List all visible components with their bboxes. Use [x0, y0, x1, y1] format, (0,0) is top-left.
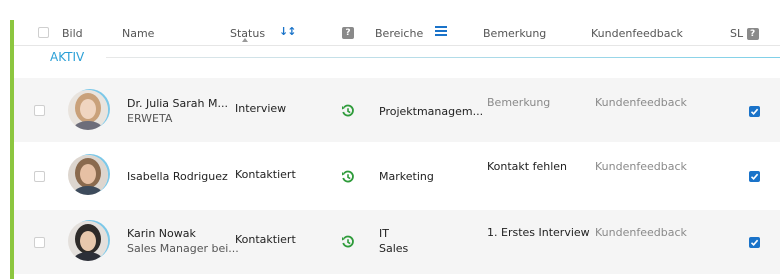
column-header-sl[interactable]: SL ?	[730, 27, 759, 40]
bereich-value[interactable]: Sales	[379, 242, 408, 255]
sl-help-icon[interactable]: ?	[746, 28, 759, 40]
status-value[interactable]: Kontaktiert	[235, 168, 296, 181]
row-checkbox[interactable]	[34, 105, 45, 116]
sort-caret-icon	[242, 38, 248, 42]
kundenfeedback-field[interactable]: Kundenfeedback	[595, 160, 687, 173]
group-divider	[106, 57, 780, 58]
bemerkung-field[interactable]: 1. Erstes Interview	[487, 226, 590, 239]
column-header-name[interactable]: Name	[122, 27, 154, 40]
bemerkung-field[interactable]: Kontakt fehlen	[487, 160, 567, 173]
candidate-company: ERWETA	[127, 112, 173, 125]
top-strip	[0, 0, 780, 21]
status-value[interactable]: Kontaktiert	[235, 233, 296, 246]
group-label: AKTIV	[50, 50, 85, 64]
sort-icon[interactable]: ↓↕	[279, 25, 296, 38]
candidate-name[interactable]: Isabella Rodriguez	[127, 170, 228, 183]
table-header: Bild Name Status ↓↕ ? Bereiche Bemerkung…	[14, 21, 780, 46]
sl-checkbox[interactable]	[749, 106, 760, 117]
column-header-bereiche[interactable]: Bereiche	[375, 27, 423, 40]
row-checkbox[interactable]	[34, 171, 45, 182]
bereich-value[interactable]: IT	[379, 227, 389, 240]
select-all-checkbox[interactable]	[38, 27, 49, 38]
avatar	[68, 90, 108, 130]
column-header-bild[interactable]: Bild	[62, 27, 83, 40]
history-icon[interactable]	[341, 169, 355, 183]
candidate-name[interactable]: Karin Nowak	[127, 227, 196, 240]
avatar	[68, 155, 108, 195]
bereich-value[interactable]: Marketing	[379, 170, 434, 183]
history-icon[interactable]	[341, 103, 355, 117]
row-checkbox[interactable]	[34, 237, 45, 248]
help-icon[interactable]: ?	[342, 26, 354, 39]
kundenfeedback-field[interactable]: Kundenfeedback	[595, 226, 687, 239]
candidate-company: Sales Manager bei...	[127, 242, 239, 255]
bemerkung-field[interactable]: Bemerkung	[487, 96, 550, 109]
kundenfeedback-field[interactable]: Kundenfeedback	[595, 96, 687, 109]
column-header-kundenfeedback[interactable]: Kundenfeedback	[591, 27, 683, 40]
avatar	[68, 221, 108, 261]
group-header-aktiv[interactable]: AKTIV	[14, 46, 780, 76]
sl-checkbox[interactable]	[749, 237, 760, 248]
list-menu-icon[interactable]	[435, 26, 447, 36]
sl-checkbox[interactable]	[749, 171, 760, 182]
column-header-bemerkung[interactable]: Bemerkung	[483, 27, 546, 40]
table-row[interactable]: Karin Nowak Sales Manager bei... Kontakt…	[14, 210, 780, 274]
candidate-name[interactable]: Dr. Julia Sarah M...	[127, 97, 228, 110]
status-value[interactable]: Interview	[235, 102, 286, 115]
table-row[interactable]: Dr. Julia Sarah M... ERWETA Interview Pr…	[14, 78, 780, 142]
candidate-table: Bild Name Status ↓↕ ? Bereiche Bemerkung…	[14, 21, 780, 279]
history-icon[interactable]	[341, 234, 355, 248]
bereich-value[interactable]: Projektmanagem...	[379, 105, 483, 118]
table-row[interactable]: Isabella Rodriguez Kontaktiert Marketing…	[14, 144, 780, 208]
